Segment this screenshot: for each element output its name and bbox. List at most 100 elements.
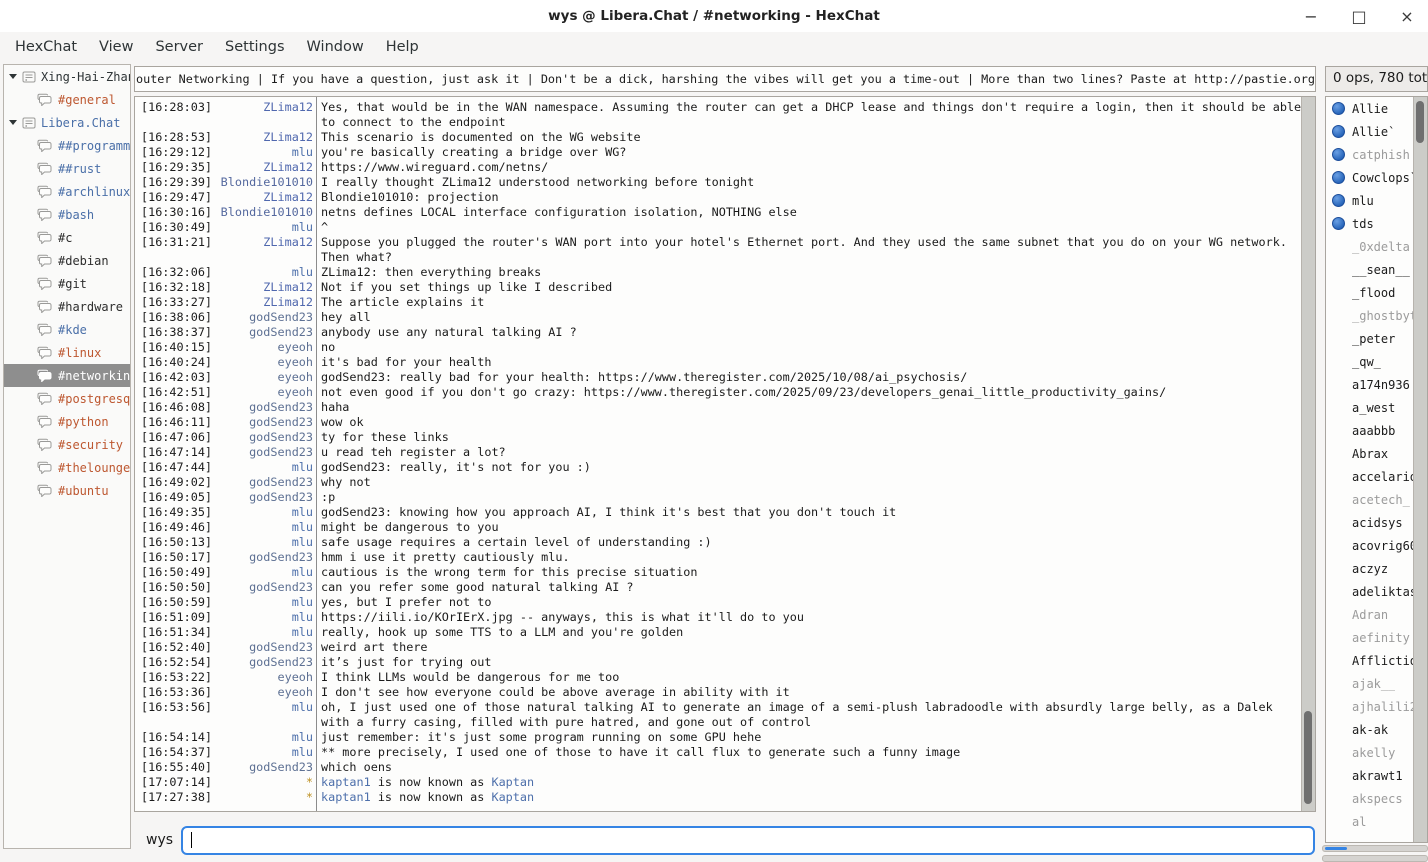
tree-channel-rust[interactable]: ##rust	[4, 157, 130, 180]
minimize-button[interactable]: −	[1302, 7, 1320, 26]
tree-channel-postgresql[interactable]: #postgresql	[4, 387, 130, 410]
menu-hexchat[interactable]: HexChat	[4, 35, 88, 59]
nick[interactable]: godSend23	[213, 415, 313, 430]
userlist-hscrollbar[interactable]	[1322, 845, 1428, 852]
user-list-item[interactable]: akelly	[1326, 741, 1427, 764]
nick-reference[interactable]: kaptan1	[321, 775, 371, 789]
user-list-item[interactable]: acidsys	[1326, 511, 1427, 534]
nick[interactable]: eyeoh	[213, 340, 313, 355]
userlist-hscrollbar-thumb[interactable]	[1325, 847, 1347, 850]
user-list-item[interactable]: mlu	[1326, 189, 1427, 212]
user-list-item[interactable]: catphish	[1326, 143, 1427, 166]
tree-network-xing-hai-zhan[interactable]: Xing-Hai-Zhan	[4, 65, 130, 88]
nick[interactable]: godSend23	[213, 640, 313, 655]
nick[interactable]: godSend23	[213, 475, 313, 490]
nick[interactable]: mlu	[213, 700, 313, 730]
nick[interactable]: eyeoh	[213, 670, 313, 685]
nick[interactable]: mlu	[213, 610, 313, 625]
user-list-item[interactable]: a_west	[1326, 396, 1427, 419]
tree-channel-general[interactable]: #general	[4, 88, 130, 111]
nick[interactable]: Blondie101010	[213, 175, 313, 190]
user-list-item[interactable]: ak-ak	[1326, 718, 1427, 741]
user-list-item[interactable]: Allie`	[1326, 120, 1427, 143]
nick[interactable]: godSend23	[213, 310, 313, 325]
topic-bar[interactable]: outer Networking | If you have a questio…	[134, 66, 1316, 92]
menu-settings[interactable]: Settings	[214, 35, 295, 59]
nick[interactable]: eyeoh	[213, 370, 313, 385]
nick[interactable]: Blondie101010	[213, 205, 313, 220]
nick[interactable]: mlu	[213, 745, 313, 760]
nick[interactable]: ZLima12	[213, 295, 313, 310]
nick[interactable]: ZLima12	[213, 100, 313, 130]
user-list-item[interactable]: ajak__	[1326, 672, 1427, 695]
userlist-header[interactable]: 0 ops, 780 tota	[1325, 66, 1428, 92]
tree-channel-kde[interactable]: #kde	[4, 318, 130, 341]
chat-scrollbar[interactable]	[1301, 97, 1315, 811]
user-list-item[interactable]: __sean__	[1326, 258, 1427, 281]
nick-reference[interactable]: kaptan1	[321, 790, 371, 804]
tree-channel-bash[interactable]: #bash	[4, 203, 130, 226]
user-list-item[interactable]: aefinity	[1326, 626, 1427, 649]
nick[interactable]: godSend23	[213, 580, 313, 595]
nick-reference[interactable]: Kaptan	[491, 790, 534, 804]
user-list-item[interactable]: Allie	[1326, 97, 1427, 120]
nick[interactable]: mlu	[213, 535, 313, 550]
nick[interactable]: mlu	[213, 595, 313, 610]
nick[interactable]: *	[213, 775, 313, 790]
nick[interactable]: mlu	[213, 265, 313, 280]
user-list-item[interactable]: Adran	[1326, 603, 1427, 626]
userlist-scrollbar-thumb[interactable]	[1416, 101, 1424, 143]
user-list-item[interactable]: akspecs	[1326, 787, 1427, 810]
user-list-item[interactable]: _peter	[1326, 327, 1427, 350]
message-input[interactable]	[181, 826, 1315, 855]
nick[interactable]: mlu	[213, 220, 313, 235]
user-list-item[interactable]: akrawt1	[1326, 764, 1427, 787]
nick[interactable]: godSend23	[213, 655, 313, 670]
tree-channel-hardware[interactable]: #hardware	[4, 295, 130, 318]
tree-channel-python[interactable]: #python	[4, 410, 130, 433]
user-list-item[interactable]: _ghostbyt	[1326, 304, 1427, 327]
nick[interactable]: godSend23	[213, 445, 313, 460]
nick[interactable]: eyeoh	[213, 685, 313, 700]
user-list-item[interactable]: aaabbb	[1326, 419, 1427, 442]
tree-network-libera.chat[interactable]: Libera.Chat	[4, 111, 130, 134]
nick[interactable]: godSend23	[213, 490, 313, 505]
nick[interactable]: godSend23	[213, 430, 313, 445]
bottom-hscrollbar[interactable]	[1322, 855, 1428, 862]
tree-channel-linux[interactable]: #linux	[4, 341, 130, 364]
nick[interactable]: mlu	[213, 145, 313, 160]
user-list-item[interactable]: adeliktas	[1326, 580, 1427, 603]
nick[interactable]: mlu	[213, 625, 313, 640]
nick[interactable]: mlu	[213, 505, 313, 520]
menu-help[interactable]: Help	[375, 35, 430, 59]
user-list-item[interactable]: acovrig60	[1326, 534, 1427, 557]
tree-channel-networking[interactable]: #networking	[4, 364, 130, 387]
nick[interactable]: godSend23	[213, 760, 313, 775]
nick[interactable]: mlu	[213, 730, 313, 745]
nick[interactable]: godSend23	[213, 325, 313, 340]
user-list-item[interactable]: _flood	[1326, 281, 1427, 304]
tree-channel-security[interactable]: #security	[4, 433, 130, 456]
tree-channel-programmi[interactable]: ##programmi	[4, 134, 130, 157]
tree-channel-c[interactable]: #c	[4, 226, 130, 249]
user-list-item[interactable]: accelario	[1326, 465, 1427, 488]
tree-channel-archlinux[interactable]: #archlinux	[4, 180, 130, 203]
nick[interactable]: mlu	[213, 565, 313, 580]
expander-icon[interactable]	[9, 120, 17, 125]
nick[interactable]: ZLima12	[213, 160, 313, 175]
nick[interactable]: mlu	[213, 460, 313, 475]
nick[interactable]: eyeoh	[213, 385, 313, 400]
expander-icon[interactable]	[9, 74, 17, 79]
nick[interactable]: ZLima12	[213, 190, 313, 205]
user-list-item[interactable]: ajhalili2	[1326, 695, 1427, 718]
nick[interactable]: *	[213, 790, 313, 805]
chat-scrollbar-thumb[interactable]	[1304, 711, 1312, 804]
nick[interactable]: ZLima12	[213, 130, 313, 145]
tree-channel-ubuntu[interactable]: #ubuntu	[4, 479, 130, 502]
user-list-item[interactable]: acetech_	[1326, 488, 1427, 511]
nick[interactable]: ZLima12	[213, 280, 313, 295]
user-list-item[interactable]: _0xdelta	[1326, 235, 1427, 258]
nick[interactable]: mlu	[213, 520, 313, 535]
user-list-item[interactable]: _qw_	[1326, 350, 1427, 373]
close-button[interactable]: ×	[1398, 7, 1416, 26]
